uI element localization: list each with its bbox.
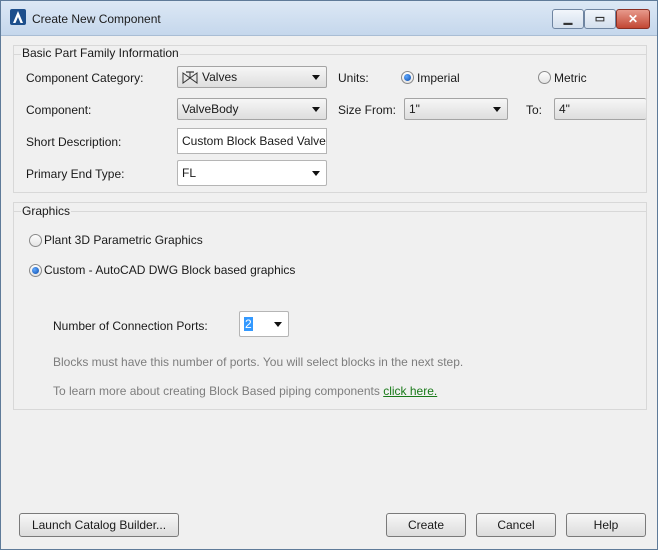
cancel-button[interactable]: Cancel: [476, 513, 556, 537]
size-from-value: 1": [409, 102, 420, 116]
basic-part-family-group: Basic Part Family Information Component …: [13, 45, 647, 193]
component-category-label: Component Category:: [26, 71, 144, 85]
size-from-label: Size From:: [338, 103, 397, 117]
units-imperial-radio[interactable]: [401, 71, 414, 84]
custom-block-graphics-label[interactable]: Custom - AutoCAD DWG Block based graphic…: [44, 263, 295, 277]
component-category-value: Valves: [202, 70, 238, 84]
units-metric-label[interactable]: Metric: [554, 71, 587, 85]
minimize-button[interactable]: ▁: [552, 9, 584, 29]
parametric-graphics-radio[interactable]: [29, 234, 42, 247]
help-button[interactable]: Help: [566, 513, 646, 537]
graphics-group-title: Graphics: [21, 204, 72, 218]
short-description-label: Short Description:: [26, 135, 122, 149]
units-label: Units:: [338, 71, 369, 85]
autocad-app-icon: [10, 9, 26, 25]
create-new-component-window: Create New Component ▁ ▭ ✕ Basic Part Fa…: [0, 0, 658, 550]
units-metric-radio[interactable]: [538, 71, 551, 84]
size-to-label: To:: [526, 103, 543, 117]
connection-ports-value: 2: [244, 317, 253, 331]
chevron-down-icon: [312, 171, 320, 176]
graphics-group: Graphics Plant 3D Parametric Graphics Cu…: [13, 202, 647, 410]
primary-end-type-label: Primary End Type:: [26, 167, 125, 181]
chevron-down-icon: [312, 107, 320, 112]
title-bar[interactable]: Create New Component ▁ ▭ ✕: [1, 1, 657, 36]
basic-group-title: Basic Part Family Information: [21, 46, 180, 60]
chevron-down-icon: [493, 107, 501, 112]
component-dropdown[interactable]: ValveBody: [177, 98, 327, 120]
component-label: Component:: [26, 103, 92, 117]
units-imperial-label[interactable]: Imperial: [417, 71, 460, 85]
component-value: ValveBody: [182, 102, 239, 116]
size-to-dropdown[interactable]: 4": [554, 98, 646, 120]
connection-ports-label: Number of Connection Ports:: [53, 319, 208, 333]
close-button[interactable]: ✕: [616, 9, 650, 29]
size-to-value: 4": [559, 102, 570, 116]
short-description-input[interactable]: Custom Block Based Valve: [177, 128, 327, 154]
click-here-link[interactable]: click here.: [383, 384, 437, 398]
maximize-button[interactable]: ▭: [584, 9, 616, 29]
parametric-graphics-label[interactable]: Plant 3D Parametric Graphics: [44, 233, 203, 247]
custom-block-graphics-radio[interactable]: [29, 264, 42, 277]
chevron-down-icon: [312, 75, 320, 80]
minimize-icon: ▁: [563, 13, 573, 25]
create-button[interactable]: Create: [386, 513, 466, 537]
chevron-down-icon: [274, 322, 282, 327]
close-icon: ✕: [627, 12, 639, 26]
primary-end-type-value: FL: [182, 166, 197, 180]
window-title: Create New Component: [32, 12, 161, 26]
short-description-value: Custom Block Based Valve: [182, 134, 326, 148]
component-category-dropdown[interactable]: Valves: [177, 66, 327, 88]
group-divider: [14, 211, 646, 212]
size-from-dropdown[interactable]: 1": [404, 98, 508, 120]
maximize-icon: ▭: [594, 13, 606, 25]
primary-end-type-dropdown[interactable]: FL: [177, 160, 327, 186]
ports-hint-text: Blocks must have this number of ports. Y…: [53, 355, 464, 369]
learn-more-row: To learn more about creating Block Based…: [53, 384, 437, 398]
valve-icon: [182, 71, 198, 84]
learn-more-text: To learn more about creating Block Based…: [53, 384, 380, 398]
connection-ports-dropdown[interactable]: 2: [239, 311, 289, 337]
launch-catalog-builder-button[interactable]: Launch Catalog Builder...: [19, 513, 179, 537]
